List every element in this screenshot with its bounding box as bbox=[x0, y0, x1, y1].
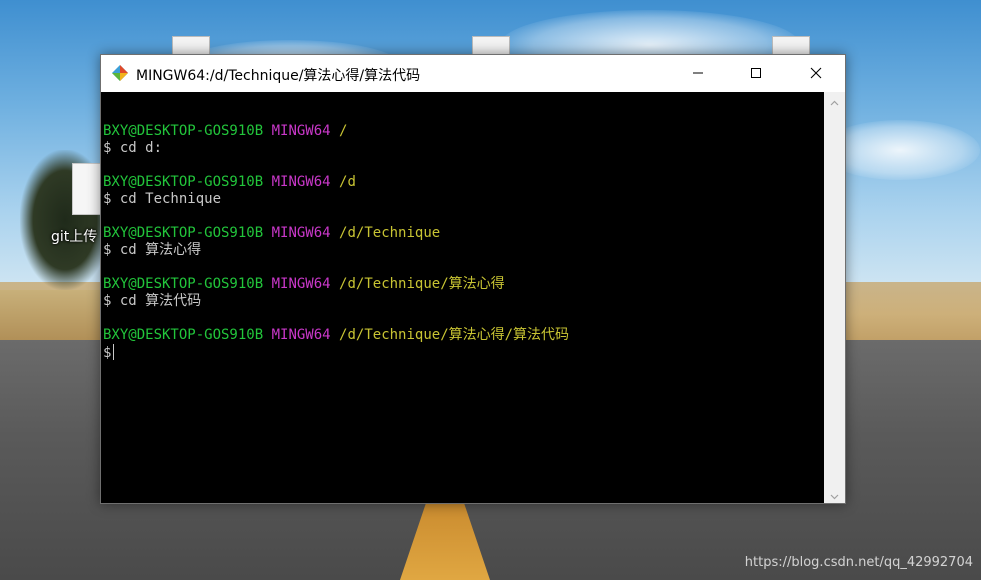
prompt-user: BXY@DESKTOP-GOS910B bbox=[103, 225, 264, 241]
prompt-path: /d/Technique bbox=[339, 225, 441, 241]
desktop-file-icon[interactable] bbox=[72, 163, 102, 215]
close-button[interactable] bbox=[787, 55, 845, 92]
prompt-env: MINGW64 bbox=[271, 276, 331, 292]
prompt-symbol: $ bbox=[103, 345, 112, 361]
minimize-button[interactable] bbox=[669, 55, 727, 92]
prompt-path: /d bbox=[339, 174, 356, 190]
input-line[interactable]: $ bbox=[101, 344, 824, 361]
vertical-scrollbar[interactable] bbox=[824, 92, 845, 503]
prompt-path: /d/Technique/算法心得/算法代码 bbox=[339, 327, 570, 343]
prompt-line: BXY@DESKTOP-GOS910B MINGW64 /d/Technique… bbox=[101, 327, 824, 344]
prompt-env: MINGW64 bbox=[271, 174, 331, 190]
command-line: $ cd 算法心得 bbox=[103, 242, 202, 258]
git-bash-icon bbox=[111, 64, 129, 82]
minimize-icon bbox=[692, 64, 704, 83]
prompt-path: / bbox=[339, 123, 348, 139]
title-bar[interactable]: MINGW64:/d/Technique/算法心得/算法代码 bbox=[101, 55, 845, 92]
scroll-up-button[interactable] bbox=[824, 92, 845, 109]
scroll-down-button[interactable] bbox=[824, 486, 845, 503]
desktop-icon-label[interactable]: git上传 bbox=[51, 226, 97, 246]
close-icon bbox=[810, 64, 822, 83]
command-line: $ cd 算法代码 bbox=[103, 293, 202, 309]
prompt-user: BXY@DESKTOP-GOS910B bbox=[103, 327, 264, 343]
prompt-line: BXY@DESKTOP-GOS910B MINGW64 /d bbox=[101, 174, 824, 191]
maximize-button[interactable] bbox=[727, 55, 785, 92]
prompt-env: MINGW64 bbox=[271, 123, 331, 139]
text-cursor bbox=[113, 344, 115, 360]
prompt-user: BXY@DESKTOP-GOS910B bbox=[103, 123, 264, 139]
prompt-path: /d/Technique/算法心得 bbox=[339, 276, 505, 292]
prompt-user: BXY@DESKTOP-GOS910B bbox=[103, 276, 264, 292]
terminal-window[interactable]: MINGW64:/d/Technique/算法心得/算法代码 BXY@DESKT… bbox=[100, 54, 846, 504]
chevron-down-icon bbox=[830, 485, 839, 504]
window-title: MINGW64:/d/Technique/算法心得/算法代码 bbox=[136, 68, 421, 84]
watermark: https://blog.csdn.net/qq_42992704 bbox=[744, 555, 973, 570]
command-line: $ cd Technique bbox=[103, 191, 222, 207]
chevron-up-icon bbox=[830, 91, 839, 110]
terminal-output[interactable]: BXY@DESKTOP-GOS910B MINGW64 / $ cd d: BX… bbox=[101, 92, 824, 503]
prompt-line: BXY@DESKTOP-GOS910B MINGW64 /d/Technique bbox=[101, 225, 824, 242]
command-line: $ cd d: bbox=[103, 140, 163, 156]
prompt-user: BXY@DESKTOP-GOS910B bbox=[103, 174, 264, 190]
prompt-env: MINGW64 bbox=[271, 225, 331, 241]
prompt-env: MINGW64 bbox=[271, 327, 331, 343]
prompt-line: BXY@DESKTOP-GOS910B MINGW64 /d/Technique… bbox=[101, 276, 824, 293]
prompt-line: BXY@DESKTOP-GOS910B MINGW64 / bbox=[101, 123, 824, 140]
maximize-icon bbox=[750, 64, 762, 83]
